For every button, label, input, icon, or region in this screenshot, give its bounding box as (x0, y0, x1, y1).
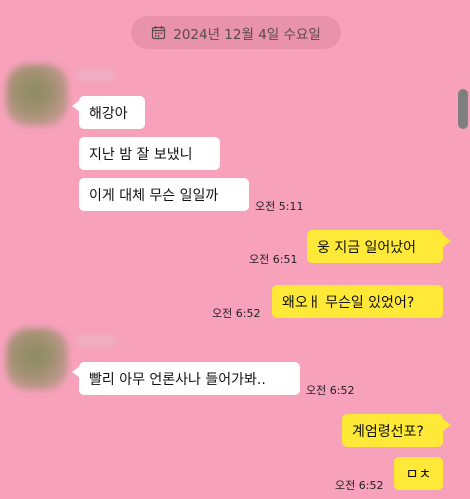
sender-name (76, 336, 116, 346)
message-bubble-outgoing[interactable]: 웅 지금 일어났어 (307, 230, 443, 263)
message-text: 웅 지금 일어났어 (317, 239, 417, 256)
date-divider: 2024년 12월 4일 수요일 (131, 16, 341, 49)
message-text: 왜오ㅐ 무슨일 있었어? (282, 294, 415, 311)
message-bubble-outgoing[interactable]: 계엄령선포? (342, 414, 443, 447)
sender-avatar[interactable] (6, 328, 68, 390)
message-bubble-incoming[interactable]: 빨리 아무 언론사나 들어가봐.. (79, 362, 300, 395)
message-bubble-incoming[interactable]: 이게 대체 무슨 일일까 (79, 178, 249, 211)
message-bubble-outgoing[interactable]: 왜오ㅐ 무슨일 있었어? (272, 285, 443, 318)
scrollbar-thumb[interactable] (458, 89, 468, 129)
message-timestamp: 오전 6:52 (212, 307, 261, 320)
message-timestamp: 오전 6:51 (249, 253, 298, 266)
date-text: 2024년 12월 4일 수요일 (173, 26, 321, 43)
message-timestamp: 오전 5:11 (255, 200, 304, 213)
calendar-icon (151, 25, 166, 40)
sender-name (76, 70, 116, 80)
message-text: 해강아 (89, 105, 128, 122)
message-bubble-incoming[interactable]: 지난 밤 잘 보냈니 (79, 137, 220, 170)
message-text: 계엄령선포? (352, 423, 424, 440)
message-text: 지난 밤 잘 보냈니 (89, 146, 193, 163)
message-text: 빨리 아무 언론사나 들어가봐.. (89, 371, 266, 388)
message-text: 이게 대체 무슨 일일까 (89, 187, 219, 204)
message-bubble-outgoing[interactable]: ㅁㅊ (394, 457, 443, 490)
message-timestamp: 오전 6:52 (335, 479, 384, 492)
message-bubble-incoming[interactable]: 해강아 (79, 96, 145, 129)
bubble-tail (443, 419, 451, 431)
message-timestamp: 오전 6:52 (306, 384, 355, 397)
message-text: ㅁㅊ (405, 466, 432, 483)
sender-avatar[interactable] (6, 64, 68, 126)
bubble-tail (443, 235, 451, 247)
